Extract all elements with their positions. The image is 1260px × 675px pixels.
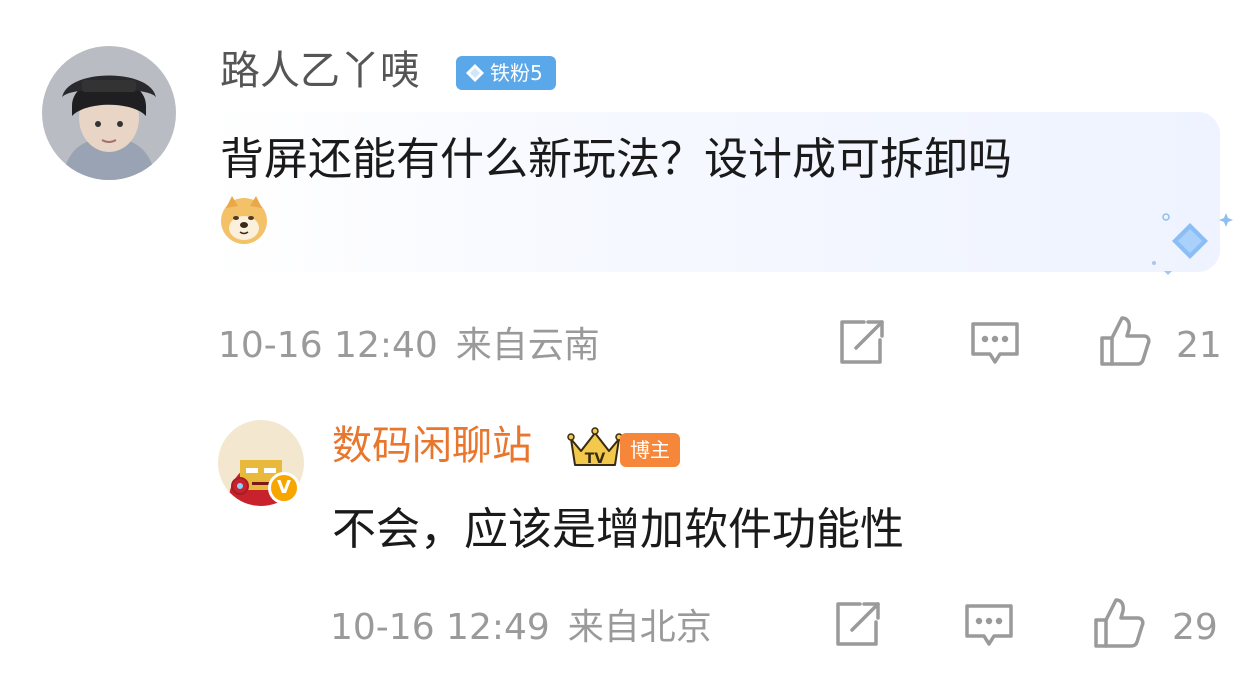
- like-icon[interactable]: [1098, 314, 1152, 368]
- avatar-user1[interactable]: [42, 46, 176, 180]
- location: 来自云南: [455, 325, 600, 366]
- reply-text: 不会，应该是增加软件功能性: [332, 504, 904, 555]
- username[interactable]: 路人乙丫咦: [220, 46, 420, 96]
- fan-badge[interactable]: 铁粉5: [456, 56, 556, 90]
- doge-icon: [218, 194, 270, 246]
- verified-badge: V: [268, 472, 300, 504]
- share-icon[interactable]: [830, 598, 884, 652]
- crown-icon: TV: [567, 425, 623, 469]
- comment-meta: 10-16 12:40 来自云南: [218, 324, 600, 368]
- timestamp: 10-16 12:40: [218, 325, 438, 366]
- blogger-badge: 博主: [620, 433, 680, 467]
- timestamp: 10-16 12:49: [330, 607, 550, 648]
- like-count: 21: [1176, 325, 1222, 366]
- crown-label: TV: [585, 451, 606, 467]
- location: 来自北京: [567, 607, 712, 648]
- username[interactable]: 数码闲聊站: [332, 421, 532, 471]
- comment-icon[interactable]: [968, 316, 1022, 370]
- comment-icon[interactable]: [962, 598, 1016, 652]
- reply-meta: 10-16 12:49 来自北京: [330, 606, 712, 650]
- fan-badge-label: 铁粉5: [490, 61, 543, 85]
- like-count: 29: [1172, 607, 1218, 648]
- share-icon[interactable]: [834, 316, 888, 370]
- comment-text: 背屏还能有什么新玩法？设计成可拆卸吗: [220, 134, 1012, 185]
- like-icon[interactable]: [1092, 596, 1146, 650]
- diamond-icon: [466, 64, 484, 82]
- fan-level-decoration-icon: [1150, 205, 1242, 275]
